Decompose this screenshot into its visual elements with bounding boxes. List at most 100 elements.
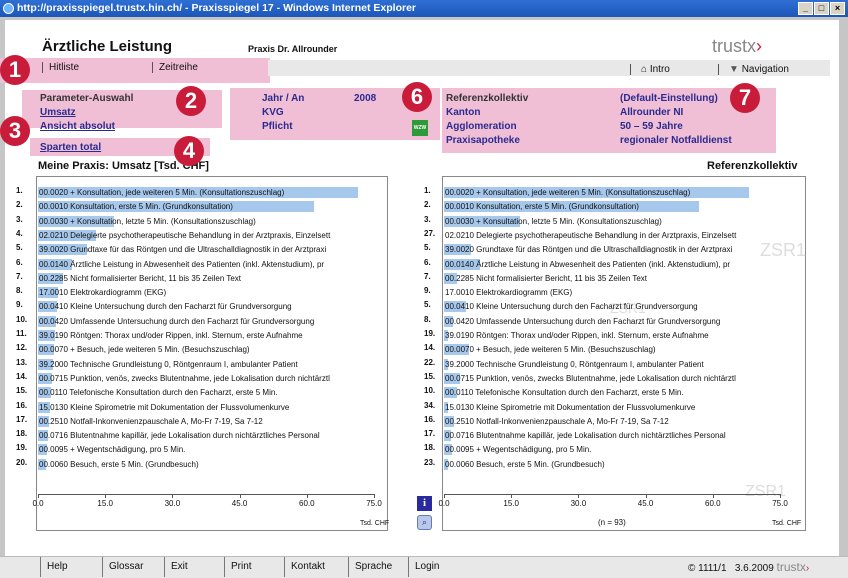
kanton-value[interactable]: Allrounder NI	[620, 107, 683, 118]
category-label: 00.2510 Notfall-Inkonvenienzpauschale A,…	[445, 416, 669, 426]
x-tick-mark	[780, 494, 781, 498]
parameter-heading: Parameter-Auswahl	[40, 93, 134, 104]
apotheke-label[interactable]: Praxisapotheke	[446, 135, 520, 146]
x-tick-label: 30.0	[570, 499, 587, 508]
footer-help[interactable]: Help	[40, 557, 68, 577]
x-axis	[38, 494, 374, 495]
category-label: 17.0010 Elektrokardiogramm (EKG)	[445, 288, 573, 298]
rank-label: 20.	[16, 457, 28, 467]
rank-label: 12.	[16, 343, 28, 353]
x-tick-label: 45.0	[637, 499, 654, 508]
category-label: 00.0070 + Besuch, jede weiteren 5 Min. (…	[445, 345, 656, 355]
rank-label: 1.	[16, 186, 23, 195]
wzw-icon[interactable]: WZW	[412, 120, 428, 136]
x-tick-label: 45.0	[231, 499, 248, 508]
kvg-link[interactable]: KVG	[262, 107, 284, 118]
category-label: 00.0020 + Konsultation, jede weiteren 5 …	[39, 188, 285, 197]
category-label: 00.0420 Umfassende Untersuchung durch de…	[445, 316, 721, 326]
ansicht-link[interactable]: Ansicht absolut	[40, 121, 115, 132]
sparten-link[interactable]: Sparten total	[40, 142, 101, 153]
window-titlebar: http://praxisspiegel.trustx.hin.ch/ - Pr…	[0, 0, 848, 17]
category-label: 02.0210 Delegierte psychotherapeutische …	[445, 230, 737, 240]
category-label: 00.0140 Ärztliche Leistung in Abwesenhei…	[445, 259, 731, 269]
ref-default-link[interactable]: (Default-Einstellung)	[620, 93, 718, 104]
category-label: 00.0715 Punktion, venös, zwecks Blutentn…	[445, 373, 736, 383]
tab-hitliste[interactable]: Hitliste	[42, 62, 152, 73]
rank-label: 18.	[16, 429, 28, 439]
category-label: 00.0020 + Konsultation, jede weiteren 5 …	[445, 188, 691, 197]
category-label: 00.0030 + Konsultation, letzte 5 Min. (K…	[445, 216, 662, 226]
category-label: 00.0410 Kleine Untersuchung durch den Fa…	[39, 302, 292, 312]
category-label: 39.0020 Grundtaxe für das Röntgen und di…	[445, 245, 733, 255]
badge-3: 3	[0, 116, 30, 146]
category-label: 00.0060 Besuch, erste 5 Min. (Grundbesuc…	[39, 459, 199, 469]
footer-sprache[interactable]: Sprache	[348, 557, 392, 577]
category-label: 00.2285 Nicht formalisierter Bericht, 11…	[39, 273, 242, 283]
info-icon[interactable]: i	[417, 496, 432, 511]
close-button[interactable]: ×	[830, 2, 845, 15]
category-label: 00.0410 Kleine Untersuchung durch den Fa…	[445, 302, 698, 312]
x-tick-label: 75.0	[366, 499, 382, 508]
category-label: 15.0130 Kleine Spirometrie mit Dokumenta…	[445, 402, 696, 412]
x-tick-label: 60.0	[299, 499, 315, 508]
pflicht-link[interactable]: Pflicht	[262, 121, 293, 132]
right-chart-title: Referenzkollektiv	[707, 160, 798, 172]
right-unit-label: Tsd. CHF	[772, 520, 802, 527]
agglo-value[interactable]: 50 – 59 Jahre	[620, 121, 683, 132]
footer-print[interactable]: Print	[224, 557, 252, 577]
apotheke-value[interactable]: regionaler Notfalldienst	[620, 135, 732, 146]
category-label: 00.0010 Konsultation, erste 5 Min. (Grun…	[39, 202, 233, 212]
kanton-label[interactable]: Kanton	[446, 107, 480, 118]
category-label: 39.0020 Grundtaxe für das Röntgen und di…	[39, 245, 327, 255]
category-label: 00.0010 Konsultation, erste 5 Min. (Grun…	[445, 202, 639, 212]
rank-label: 15.	[16, 386, 28, 396]
x-tick-label: 30.0	[164, 499, 181, 508]
rank-label: 4.	[16, 228, 23, 238]
triangle-down-icon: ▼	[729, 64, 742, 75]
footer-bar: Help Glossar Exit Print Kontakt Sprache …	[0, 556, 848, 578]
category-label: 00.0420 Umfassende Untersuchung durch de…	[39, 316, 315, 326]
rank-label: 9.	[16, 300, 23, 310]
footer-kontakt[interactable]: Kontakt	[284, 557, 325, 577]
category-label: 00.0110 Telefonische Konsultation durch …	[445, 388, 684, 398]
rank-label: 16.	[16, 400, 28, 410]
footer-login[interactable]: Login	[408, 557, 439, 577]
search-icon[interactable]: ⌕	[417, 515, 432, 530]
agglo-label[interactable]: Agglomeration	[446, 121, 517, 132]
n-count: (n = 93)	[598, 518, 626, 527]
rank-label: 5.	[16, 243, 23, 253]
rank-label: 7.	[16, 271, 23, 281]
tab-zeitreihe[interactable]: Zeitreihe	[152, 62, 262, 73]
maximize-button[interactable]: □	[814, 2, 829, 15]
umsatz-link[interactable]: Umsatz	[40, 107, 76, 118]
jahr-label[interactable]: Jahr / An	[262, 93, 304, 104]
footer-glossar[interactable]: Glossar	[102, 557, 143, 577]
category-label: 00.0095 + Wegentschädigung, pro 5 Min.	[445, 445, 592, 455]
rank-label: 17.	[16, 414, 28, 424]
category-label: 39.0190 Röntgen: Thorax und/oder Rippen,…	[39, 331, 303, 340]
navigation-menu[interactable]: ▼ Navigation	[718, 64, 789, 75]
category-label: 00.0140 Ärztliche Leistung in Abwesenhei…	[39, 259, 325, 269]
category-label: 00.0715 Punktion, venös, zwecks Blutentn…	[39, 373, 330, 383]
category-label: 00.0030 + Konsultation, letzte 5 Min. (K…	[39, 216, 256, 226]
left-unit-label: Tsd. CHF	[360, 520, 390, 527]
badge-2: 2	[176, 86, 206, 116]
footer-exit[interactable]: Exit	[164, 557, 188, 577]
minimize-button[interactable]: _	[798, 2, 813, 15]
practice-name: Praxis Dr. Allrounder	[248, 44, 338, 54]
category-label: 39.2000 Technische Grundleistung 0, Rönt…	[445, 359, 704, 369]
rank-label: 19.	[16, 443, 28, 453]
category-label: 17.0010 Elektrokardiogramm (EKG)	[39, 288, 167, 298]
rank-label: 6.	[16, 257, 23, 267]
jahr-value[interactable]: 2008	[354, 93, 376, 104]
x-tick-label: 0.0	[32, 499, 44, 508]
trustx-logo: trustx›	[712, 36, 763, 56]
ie-icon	[3, 3, 14, 14]
footer-version: © 1111/1 3.6.2009 trustx›	[688, 560, 810, 574]
page-title: Ärztliche Leistung	[42, 38, 173, 55]
category-label: 00.0716 Blutentnahme kapillär, jede Loka…	[39, 431, 320, 441]
intro-link[interactable]: ⌂ Intro	[630, 64, 670, 75]
window-title: http://praxisspiegel.trustx.hin.ch/ - Pr…	[17, 2, 416, 14]
badge-6: 6	[402, 82, 432, 112]
category-label: 00.2285 Nicht formalisierter Bericht, 11…	[445, 273, 648, 283]
